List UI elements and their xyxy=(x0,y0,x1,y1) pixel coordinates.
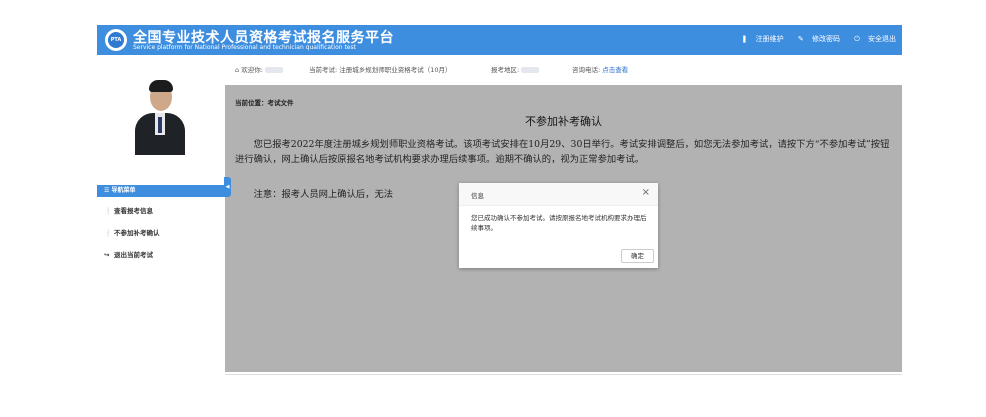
exam-region: 报考地区: xyxy=(491,64,540,74)
page-title: 不参加补考确认 xyxy=(525,115,602,128)
info-bar: ⌂ 欢迎你: 当前考试: 注册城乡规划师职业资格考试（10月） 报考地区: 咨询… xyxy=(225,55,902,81)
edit-icon: ✎ xyxy=(797,35,804,43)
sidebar: ☰ 导航菜单 ❕ 查看报考信息 ❕ 不参加补考确认 ↪ 退出当前考试 xyxy=(97,55,225,397)
register-maintain-link[interactable]: ❚ 注册维护 xyxy=(736,35,784,43)
change-password-link[interactable]: ✎ 修改密码 xyxy=(792,35,840,43)
close-icon[interactable]: × xyxy=(642,187,650,199)
platform-subtitle: Service platform for National Profession… xyxy=(133,44,356,51)
avatar xyxy=(130,77,190,155)
sidebar-item-exit-exam[interactable]: ↪ 退出当前考试 xyxy=(104,249,153,259)
menu-icon: ☰ xyxy=(104,187,110,194)
header-links: ❚ 注册维护 ✎ 修改密码 ⏻ 安全退出 xyxy=(730,34,896,44)
sidebar-collapse-button[interactable]: ◀ xyxy=(224,177,231,197)
info-icon: ❚ xyxy=(741,35,748,43)
sidebar-item-view-info[interactable]: ❕ 查看报考信息 xyxy=(104,205,153,215)
info-dialog: 信息 × 您已成功确认不参加考试。请按原报名地考试机构要求办理后续事项。 确定 xyxy=(459,183,658,268)
logout-icon: ↪ xyxy=(104,251,110,259)
sidebar-item-label: 查看报考信息 xyxy=(114,207,153,215)
notice-paragraph: 您已报考2022年度注册城乡规划师职业资格考试。该项考试安排在10月29、30日… xyxy=(235,139,890,165)
chevron-left-icon: ◀ xyxy=(225,184,230,190)
phone-label: 咨询电话: xyxy=(572,66,601,74)
welcome: ⌂ 欢迎你: xyxy=(235,64,283,74)
change-password-label: 修改密码 xyxy=(811,35,840,43)
user-name-redacted xyxy=(265,67,283,73)
current-exam: 当前考试: 注册城乡规划师职业资格考试（10月） xyxy=(309,64,452,74)
info-icon: ❕ xyxy=(104,207,113,215)
ok-button[interactable]: 确定 xyxy=(621,249,654,263)
info-icon: ❕ xyxy=(104,229,113,237)
logout-link[interactable]: ⏻ 安全退出 xyxy=(848,35,896,43)
region-label: 报考地区: xyxy=(491,66,520,74)
avatar-tie xyxy=(158,117,162,133)
avatar-hair xyxy=(149,80,173,92)
current-exam-value: 注册城乡规划师职业资格考试（10月） xyxy=(339,66,452,74)
current-exam-label: 当前考试: xyxy=(309,66,338,74)
register-maintain-label: 注册维护 xyxy=(755,35,784,43)
phone-link[interactable]: 点击查看 xyxy=(602,66,628,74)
power-icon: ⏻ xyxy=(854,35,860,43)
welcome-label: 欢迎你: xyxy=(241,66,263,74)
platform-logo: PTA xyxy=(105,29,127,51)
dialog-message: 您已成功确认不参加考试。请按原报名地考试机构要求办理后续事项。 xyxy=(471,214,647,232)
nav-menu-header: ☰ 导航菜单 xyxy=(97,185,225,197)
dialog-title: 信息 xyxy=(471,192,484,200)
breadcrumb: 当前位置：考试文件 xyxy=(235,99,294,107)
dialog-header: 信息 × xyxy=(459,183,658,206)
region-redacted xyxy=(521,67,540,73)
phone-info: 咨询电话: 点击查看 xyxy=(572,64,628,74)
logout-label: 安全退出 xyxy=(868,35,896,43)
footer-divider xyxy=(225,374,902,375)
sidebar-item-label: 退出当前考试 xyxy=(114,251,153,259)
home-icon: ⌂ xyxy=(235,66,240,74)
logo-mark: PTA xyxy=(108,32,124,48)
sidebar-item-label: 不参加补考确认 xyxy=(114,229,160,237)
nav-menu-title: 导航菜单 xyxy=(111,187,136,194)
top-header: PTA 全国专业技术人员资格考试报名服务平台 Service platform … xyxy=(97,25,902,55)
sidebar-item-no-retake[interactable]: ❕ 不参加补考确认 xyxy=(104,227,160,237)
